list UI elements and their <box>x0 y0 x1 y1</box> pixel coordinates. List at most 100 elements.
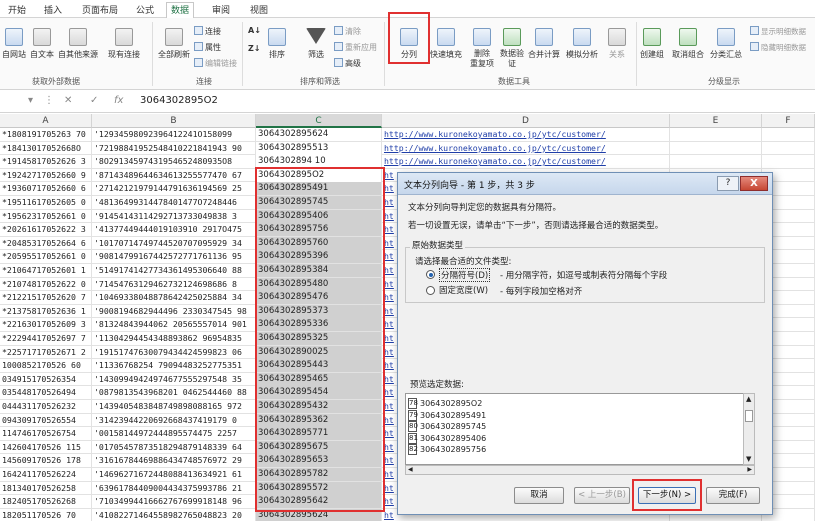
cell-b[interactable]: '14696271672448088413634921 61 <box>92 468 256 481</box>
cell-c[interactable]: 3064302895624 <box>256 128 382 141</box>
group-button[interactable]: 创建组 <box>640 28 664 60</box>
cell-a[interactable]: 035448170526494 <box>0 386 92 400</box>
cell-a[interactable]: *18413017052668O <box>0 141 92 155</box>
from-text-button[interactable]: 自文本 <box>30 28 54 60</box>
clear-filter-button[interactable]: 清除 <box>334 26 361 37</box>
cell-a[interactable]: *19242717052660 9 <box>0 168 92 182</box>
confirm-entry-icon[interactable]: ✓ <box>90 95 98 106</box>
cell-b[interactable]: '91454143114292713733049838 3 <box>92 209 256 223</box>
delimited-label[interactable]: 分隔符号(D) <box>439 268 491 282</box>
cell-b[interactable]: '51491741427734361495306640 88 <box>92 264 256 277</box>
name-box[interactable] <box>2 94 26 110</box>
cell-b[interactable]: '8O29134597431954652480935O8 <box>92 155 256 169</box>
cell-c[interactable]: 3064302895513 <box>256 141 382 155</box>
cell-b[interactable]: '11336768254 79094483252775351 <box>92 359 256 373</box>
cell-b[interactable]: '31423944220692668437419179 0 <box>92 413 256 427</box>
subtotal-button[interactable]: 分类汇总 <box>710 28 742 60</box>
reapply-filter-button[interactable]: 重新应用 <box>334 42 377 53</box>
cell-a[interactable]: *22163017052609 3 <box>0 318 92 332</box>
cell-a[interactable]: 044431170526232 <box>0 400 92 413</box>
cell-b[interactable]: '9008194682944496 2330347545 98 <box>92 304 256 318</box>
cell-b[interactable]: '63961784409004434375993786 21 <box>92 481 256 495</box>
cell-b[interactable]: '1439405483848749898088165 972 <box>92 400 256 413</box>
cell-a[interactable]: 142604170526 115 <box>0 440 92 454</box>
cell-b[interactable]: '10170714749744520707095929 34 <box>92 236 256 250</box>
preview-horizontal-scrollbar[interactable]: ◀ ▶ <box>405 465 755 475</box>
consolidate-button[interactable]: 合并计算 <box>528 28 560 60</box>
column-header-a[interactable]: A <box>0 114 92 128</box>
cell-b[interactable]: '19151747630079434424599823 06 <box>92 345 256 359</box>
from-web-button[interactable]: 自网站 <box>2 28 26 60</box>
back-button[interactable]: < 上一步(B) <box>574 487 630 504</box>
cancel-button[interactable]: 取消 <box>514 487 564 504</box>
finish-button[interactable]: 完成(F) <box>706 487 760 504</box>
scroll-right-icon[interactable]: ▶ <box>747 466 752 473</box>
cell-a[interactable]: 181340170526258 <box>0 481 92 495</box>
name-box-dropdown-icon[interactable]: ▾ <box>28 95 33 106</box>
tab-data[interactable]: 数据 <box>166 2 195 19</box>
scroll-left-icon[interactable]: ◀ <box>408 466 413 473</box>
cell-a[interactable]: *21064717052601 1 <box>0 264 92 277</box>
tab-formulas[interactable]: 公式 <box>132 3 158 18</box>
cell-b[interactable]: '72198841952548410221841943 90 <box>92 141 256 155</box>
cell-b[interactable]: '41082271464558982765048823 20 <box>92 508 256 521</box>
advanced-filter-button[interactable]: 高级 <box>334 58 361 69</box>
tab-review[interactable]: 审阅 <box>208 3 234 18</box>
cancel-entry-icon[interactable]: ✕ <box>64 95 72 106</box>
tab-insert[interactable]: 插入 <box>40 3 66 18</box>
scroll-down-icon[interactable]: ▼ <box>746 455 751 463</box>
from-other-sources-button[interactable]: 自其他来源 <box>58 28 98 60</box>
cell-a[interactable]: *21074817052622 0 <box>0 277 92 291</box>
cell-b[interactable]: '71034994416662767699918148 96 <box>92 495 256 509</box>
hide-detail-button[interactable]: 隐藏明细数据 <box>750 42 806 53</box>
properties-button[interactable]: 属性 <box>194 42 221 53</box>
tab-page-layout[interactable]: 页面布局 <box>78 3 122 18</box>
cell-a[interactable]: *19360717052660 6 <box>0 182 92 196</box>
cell-b[interactable]: '0879813543968201 0462544460 88 <box>92 386 256 400</box>
existing-connections-button[interactable]: 现有连接 <box>108 28 140 60</box>
cell-a[interactable]: *19562317052661 0 <box>0 209 92 223</box>
cell-b[interactable]: '41377449444019103910 2917O475 <box>92 223 256 237</box>
column-header-c[interactable]: C <box>256 114 382 128</box>
edit-links-button[interactable]: 编辑链接 <box>194 58 237 69</box>
column-header-e[interactable]: E <box>670 114 762 128</box>
cell-d[interactable]: http://www.kuronekoyamato.co.jp/ytc/cust… <box>382 128 670 141</box>
cell-b[interactable]: '00158144972444895574475 2257 <box>92 427 256 441</box>
cell-a[interactable]: *20595517052661 0 <box>0 250 92 264</box>
cell-d[interactable]: http://www.kuronekoyamato.co.jp/ytc/cust… <box>382 155 670 169</box>
preview-scroll-thumb[interactable] <box>745 410 753 422</box>
help-button[interactable]: ? <box>717 176 739 191</box>
delimited-radio[interactable] <box>426 270 435 279</box>
sort-button[interactable]: 排序 <box>268 28 286 60</box>
cell-a[interactable]: 034915170526354 <box>0 372 92 386</box>
cell-a[interactable]: 114746170526754 <box>0 427 92 441</box>
column-header-d[interactable]: D <box>382 114 670 128</box>
relationships-button[interactable]: 关系 <box>608 28 626 60</box>
close-button[interactable]: X <box>740 176 768 191</box>
cell-b[interactable]: '27142121979144791636194569 25 <box>92 182 256 196</box>
cell-a[interactable]: 1000852170526 60 <box>0 359 92 373</box>
connections-button[interactable]: 连接 <box>194 26 221 37</box>
cell-a[interactable]: 164241170526224 <box>0 468 92 481</box>
tab-view[interactable]: 视图 <box>246 3 272 18</box>
data-validation-button[interactable]: 数据验 证 <box>500 28 524 69</box>
cell-b[interactable]: '10469338048878642425025884 34 <box>92 291 256 305</box>
scroll-up-icon[interactable]: ▲ <box>746 395 751 403</box>
cell-a[interactable]: 182405170526268 <box>0 495 92 509</box>
cell-d[interactable]: http://www.kuronekoyamato.co.jp/ytc/cust… <box>382 141 670 155</box>
tab-home[interactable]: 开始 <box>4 3 30 18</box>
cell-a[interactable]: *21375817052636 1 <box>0 304 92 318</box>
filter-button[interactable]: 筛选 <box>306 28 326 60</box>
cell-b[interactable]: '31616784469886434748576972 29 <box>92 454 256 468</box>
cell-a[interactable]: *1808191705263 70 <box>0 128 92 141</box>
column-header-b[interactable]: B <box>92 114 256 128</box>
cell-b[interactable]: '71454763129462732124698686 8 <box>92 277 256 291</box>
data-preview[interactable]: 78 3064302895O2 79 3064302895491 80 306430289… <box>405 393 755 465</box>
cell-b[interactable]: '87143489644634613255577470 67 <box>92 168 256 182</box>
formula-bar-input[interactable]: 3064302895O2 <box>140 95 218 106</box>
cell-a[interactable]: *22294417052697 7 <box>0 332 92 345</box>
cell-b[interactable]: '11304294454348893862 96954835 <box>92 332 256 345</box>
preview-vertical-scrollbar[interactable]: ▲ ▼ <box>743 393 755 465</box>
cell-a[interactable]: *20485317052664 6 <box>0 236 92 250</box>
fixed-width-label[interactable]: 固定宽度(W) <box>439 284 488 296</box>
